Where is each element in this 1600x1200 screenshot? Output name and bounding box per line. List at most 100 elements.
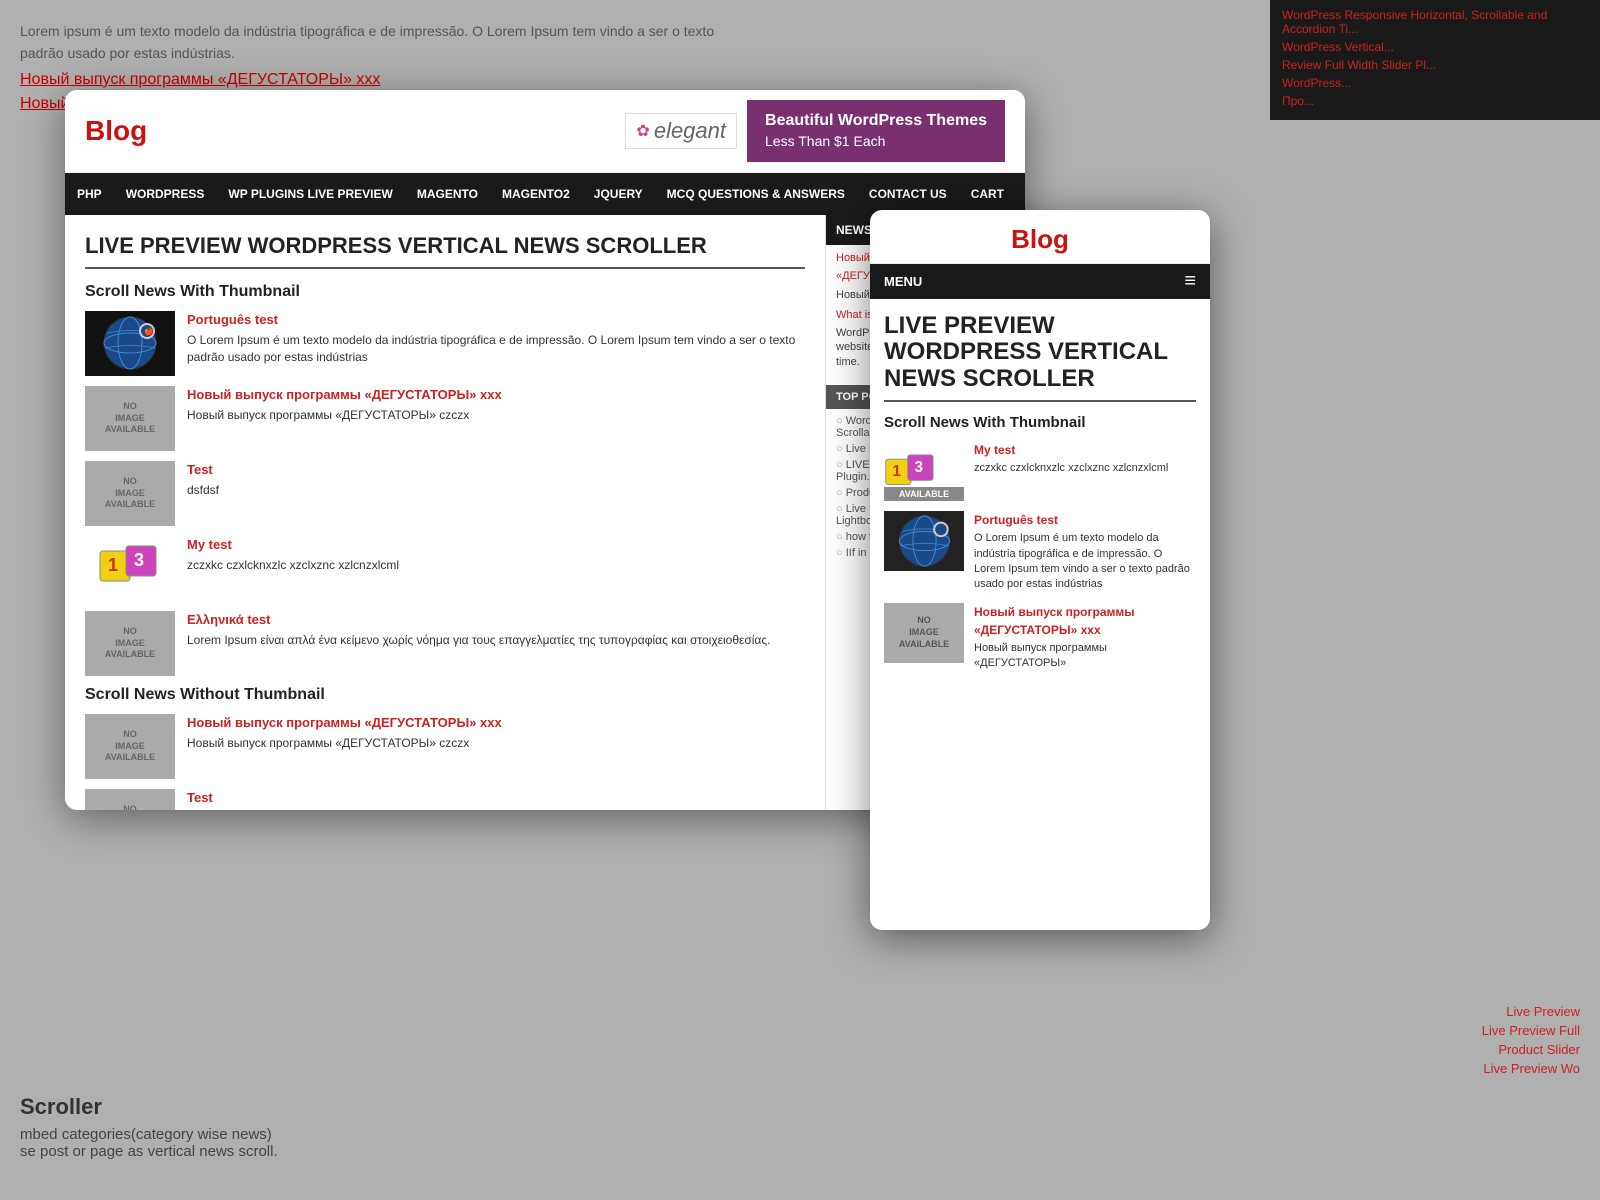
- thumb-no-image-5: NOIMAGEAVAILABLE: [85, 611, 175, 676]
- thumb-dice: 1 3: [85, 536, 175, 601]
- news-desc-5: Lorem Ipsum είναι απλά ένα κείμενο χωρίς…: [187, 632, 770, 649]
- mobile-news-link-2[interactable]: Português test: [974, 513, 1058, 527]
- news-text-6: Новый выпуск программы «ДЕГУСТАТОРЫ» xxx…: [187, 714, 502, 752]
- news-desc-3: dsfdsf: [187, 482, 219, 499]
- thumb-no-image-2: NOIMAGEAVAILABLE: [85, 386, 175, 451]
- news-link-4[interactable]: My test: [187, 537, 232, 552]
- mobile-news-item-3: NOIMAGEAVAILABLE Новый выпуск программы …: [884, 603, 1196, 672]
- main-nav: PHP WORDPRESS WP PLUGINS LIVE PREVIEW MA…: [65, 173, 1025, 215]
- mobile-news-item-2: Português test O Lorem Ipsum é um texto …: [884, 511, 1196, 593]
- news-item-7: NOIMAGEAVAILABLE Test dsfdsf: [85, 789, 805, 810]
- elegant-logo: ✿ elegant: [625, 113, 737, 149]
- right-panel-link-4[interactable]: WordPress...: [1282, 76, 1588, 90]
- mobile-news-item-1: 1 3 AVAILABLE My test zczxkc czxlcknxzlc…: [884, 441, 1196, 501]
- bottom-right-link-4[interactable]: Live Preview Wo: [1482, 1061, 1580, 1076]
- right-panel-link-3[interactable]: Review Full Width Slider Pl...: [1282, 58, 1588, 72]
- svg-text:1: 1: [892, 463, 901, 480]
- mobile-divider: [884, 400, 1196, 402]
- elegant-tagline-line1: Beautiful WordPress Themes: [765, 110, 987, 132]
- nav-mcq[interactable]: MCQ QUESTIONS & ANSWERS: [655, 173, 857, 215]
- bg-bottom-heading: Scroller: [20, 1094, 102, 1120]
- content-area: LIVE PREVIEW WORDPRESS VERTICAL NEWS SCR…: [65, 215, 825, 810]
- mobile-content: LIVE PREVIEW WORDPRESS VERTICAL NEWS SCR…: [870, 299, 1210, 919]
- mobile-menu-label: MENU: [884, 264, 922, 299]
- hamburger-icon[interactable]: ≡: [1184, 270, 1196, 293]
- bottom-right-link-2[interactable]: Live Preview Full: [1482, 1023, 1580, 1038]
- thumb-no-image-7: NOIMAGEAVAILABLE: [85, 789, 175, 810]
- mobile-available-label: AVAILABLE: [884, 487, 964, 501]
- bg-bottom-sub1: mbed categories(category wise news) se p…: [20, 1126, 278, 1160]
- nav-wordpress[interactable]: WORDPRESS: [114, 173, 217, 215]
- news-link-7[interactable]: Test: [187, 790, 213, 805]
- thumb-no-image-6: NOIMAGEAVAILABLE: [85, 714, 175, 779]
- thumb-no-image-3: NOIMAGEAVAILABLE: [85, 461, 175, 526]
- elegant-text: elegant: [654, 118, 726, 144]
- mobile-section-title: Scroll News With Thumbnail: [884, 414, 1196, 431]
- news-item-6: NOIMAGEAVAILABLE Новый выпуск программы …: [85, 714, 805, 779]
- right-panel-link-1[interactable]: WordPress Responsive Horizontal, Scrolla…: [1282, 8, 1588, 36]
- news-desc-1: O Lorem Ipsum é um texto modelo da indús…: [187, 332, 805, 366]
- page-title: LIVE PREVIEW WORDPRESS VERTICAL NEWS SCR…: [85, 233, 805, 259]
- mobile-news-desc-3: Новый выпуск программы «ДЕГУСТАТОРЫ»: [974, 641, 1196, 672]
- mobile-thumb-globe: [884, 511, 964, 571]
- news-item-4: 1 3 My test zczxkc czxlcknxzlc xzclxznc …: [85, 536, 805, 601]
- nav-magento[interactable]: MAGENTO: [405, 173, 490, 215]
- mobile-header: Blog: [870, 210, 1210, 264]
- mobile-news-text-3: Новый выпуск программы «ДЕГУСТАТОРЫ» xxx…: [974, 603, 1196, 672]
- news-link-2[interactable]: Новый выпуск программы «ДЕГУСТАТОРЫ» xxx: [187, 387, 502, 402]
- right-panel-link-2[interactable]: WordPress Vertical...: [1282, 40, 1588, 54]
- mobile-news-link-3[interactable]: Новый выпуск программы «ДЕГУСТАТОРЫ» xxx: [974, 605, 1135, 637]
- news-text-1: Português test O Lorem Ipsum é um texto …: [187, 311, 805, 366]
- news-desc-6: Новый выпуск программы «ДЕГУСТАТОРЫ» czc…: [187, 735, 502, 752]
- elegant-tagline-line2: Less Than $1 Each: [765, 133, 885, 149]
- news-link-5[interactable]: Ελληνικά test: [187, 612, 270, 627]
- news-text-2: Новый выпуск программы «ДЕГУСТАТОРЫ» xxx…: [187, 386, 502, 424]
- news-item-5: NOIMAGEAVAILABLE Ελληνικά test Lorem Ips…: [85, 611, 805, 676]
- svg-text:1: 1: [108, 555, 118, 575]
- mobile-news-desc-1: zczxkc czxlcknxzlc xzclxznc xzlcnzxlcml: [974, 461, 1168, 476]
- mobile-news-desc-2: O Lorem Ipsum é um texto modelo da indús…: [974, 531, 1196, 593]
- svg-text:3: 3: [914, 459, 922, 476]
- mobile-page-title: LIVE PREVIEW WORDPRESS VERTICAL NEWS SCR…: [884, 313, 1196, 392]
- bottom-right-link-3[interactable]: Product Slider: [1482, 1042, 1580, 1057]
- mobile-thumb-wrapper-1: 1 3 AVAILABLE: [884, 441, 964, 501]
- mobile-blog-title: Blog: [880, 224, 1200, 255]
- thumb-globe: 🍎: [85, 311, 175, 376]
- news-link-1[interactable]: Português test: [187, 312, 278, 327]
- nav-magento2[interactable]: MAGENTO2: [490, 173, 582, 215]
- mobile-nav: MENU ≡: [870, 264, 1210, 299]
- news-item-2: NOIMAGEAVAILABLE Новый выпуск программы …: [85, 386, 805, 451]
- bg-text: Lorem ipsum é um texto modelo da indústr…: [20, 20, 720, 65]
- section2-title: Scroll News Without Thumbnail: [85, 686, 805, 704]
- mobile-browser-window: Blog MENU ≡ LIVE PREVIEW WORDPRESS VERTI…: [870, 210, 1210, 930]
- nav-contact[interactable]: CONTACT US: [857, 173, 959, 215]
- title-divider: [85, 267, 805, 269]
- svg-text:3: 3: [134, 550, 144, 570]
- news-text-4: My test zczxkc czxlcknxzlc xzclxznc xzlc…: [187, 536, 399, 574]
- main-header: Blog ✿ elegant Beautiful WordPress Theme…: [65, 90, 1025, 173]
- nav-jquery[interactable]: JQUERY: [582, 173, 655, 215]
- nav-cart[interactable]: CART: [959, 173, 1016, 215]
- mobile-news-text-1: My test zczxkc czxlcknxzlc xzclxznc xzlc…: [974, 441, 1168, 476]
- news-link-3[interactable]: Test: [187, 462, 213, 477]
- news-desc-4: zczxkc czxlcknxzlc xzclxznc xzlcnzxlcml: [187, 557, 399, 574]
- bottom-right-link-1[interactable]: Live Preview: [1482, 1004, 1580, 1019]
- bottom-right-links: Live Preview Live Preview Full Product S…: [1482, 1004, 1580, 1080]
- right-panel-link-5[interactable]: Про...: [1282, 94, 1588, 108]
- nav-php[interactable]: PHP: [65, 173, 114, 215]
- nav-wp-plugins[interactable]: WP PLUGINS LIVE PREVIEW: [216, 173, 404, 215]
- right-side-panel: WordPress Responsive Horizontal, Scrolla…: [1270, 0, 1600, 120]
- news-link-6[interactable]: Новый выпуск программы «ДЕГУСТАТОРЫ» xxx: [187, 715, 502, 730]
- news-desc-2: Новый выпуск программы «ДЕГУСТАТОРЫ» czc…: [187, 407, 502, 424]
- elegant-star: ✿: [636, 121, 649, 141]
- section1-title: Scroll News With Thumbnail: [85, 283, 805, 301]
- right-panel-links: WordPress Responsive Horizontal, Scrolla…: [1282, 8, 1588, 108]
- mobile-thumb-no-image: NOIMAGEAVAILABLE: [884, 603, 964, 663]
- svg-text:🍎: 🍎: [144, 326, 154, 336]
- mobile-news-link-1[interactable]: My test: [974, 443, 1015, 457]
- news-item-3: NOIMAGEAVAILABLE Test dsfdsf: [85, 461, 805, 526]
- news-text-7: Test dsfdsf: [187, 789, 219, 810]
- news-text-5: Ελληνικά test Lorem Ipsum είναι απλά ένα…: [187, 611, 770, 649]
- elegant-tagline: Beautiful WordPress Themes Less Than $1 …: [747, 100, 1005, 162]
- news-text-3: Test dsfdsf: [187, 461, 219, 499]
